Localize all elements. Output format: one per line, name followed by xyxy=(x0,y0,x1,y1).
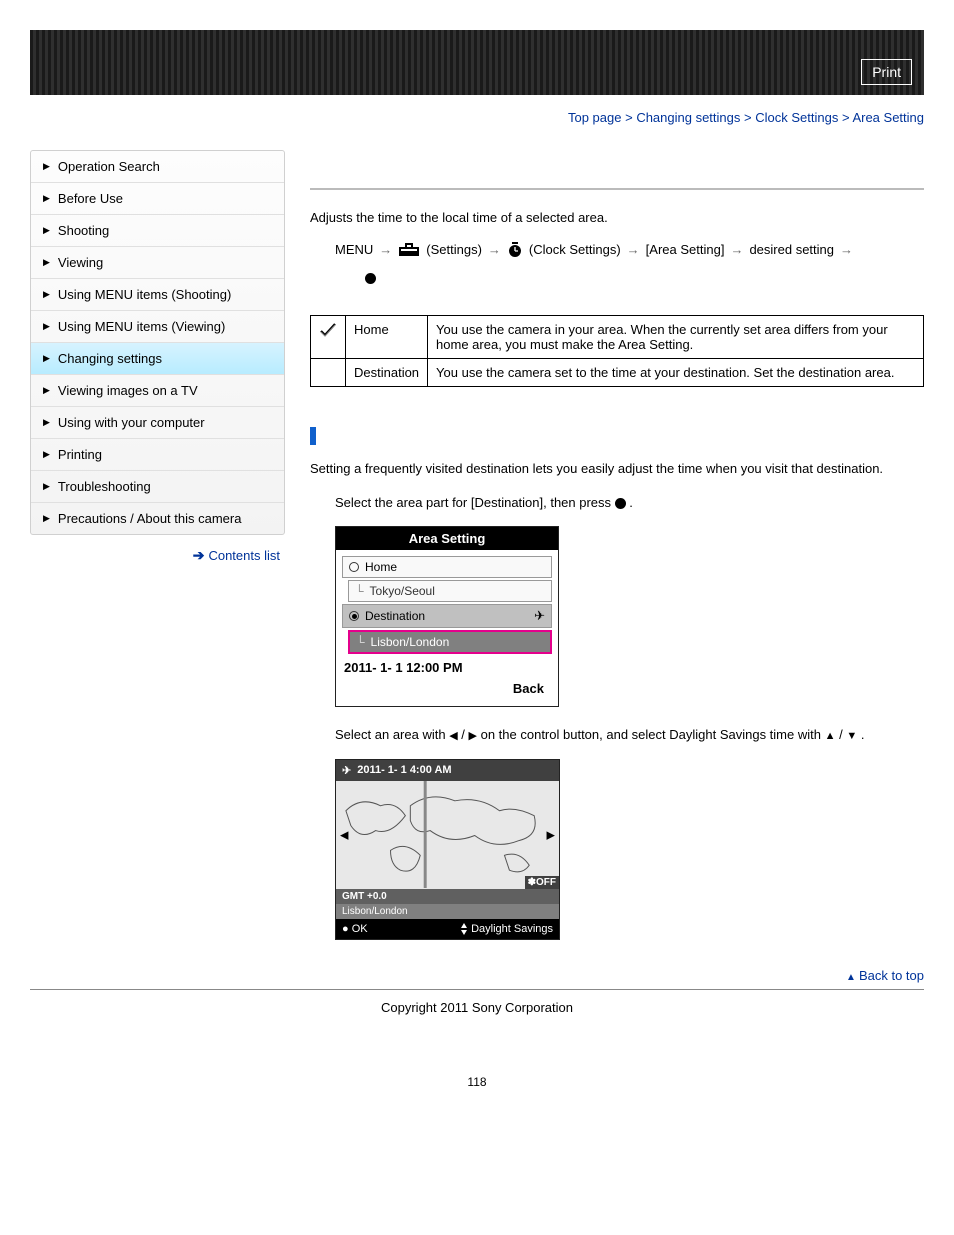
caret-icon: ▶ xyxy=(43,257,50,268)
up-arrow-icon: ▲ xyxy=(846,972,856,983)
page-number: 118 xyxy=(30,1075,924,1089)
caret-icon: ▶ xyxy=(43,321,50,332)
section-marker xyxy=(310,427,316,445)
dest-desc: You use the camera set to the time at yo… xyxy=(428,359,924,387)
step-2: Select an area with ◀ / ▶ on the control… xyxy=(335,725,924,745)
breadcrumb: Top page > Changing settings > Clock Set… xyxy=(30,110,924,125)
control-button-icon xyxy=(365,273,376,284)
shot-dest-row: Destination✈ xyxy=(342,604,552,628)
sidebar-item-before-use[interactable]: ▶Before Use xyxy=(31,183,284,215)
left-arrow-icon: ◀ xyxy=(340,828,348,841)
header-bar: Print xyxy=(30,30,924,95)
toolbox-icon xyxy=(398,243,420,257)
main-content: Adjusts the time to the local time of a … xyxy=(310,150,924,989)
gmt-label: GMT +0.0 xyxy=(336,889,559,904)
breadcrumb-top[interactable]: Top page xyxy=(568,110,622,125)
sidebar-item-viewing[interactable]: ▶Viewing xyxy=(31,247,284,279)
up-arrow-icon: ▲ xyxy=(825,730,836,742)
radio-icon xyxy=(349,562,359,572)
arrow-right-icon: → xyxy=(730,237,743,263)
caret-icon: ▶ xyxy=(43,353,50,364)
sidebar-item-printing[interactable]: ▶Printing xyxy=(31,439,284,471)
caret-icon: ▶ xyxy=(43,289,50,300)
section-text: Setting a frequently visited destination… xyxy=(310,459,924,479)
caret-icon: ▶ xyxy=(43,385,50,396)
menu-path: MENU → (Settings) → (Clock Settings) → [… xyxy=(335,237,924,263)
breadcrumb-area-setting[interactable]: Area Setting xyxy=(852,110,924,125)
caret-icon: ▶ xyxy=(43,193,50,204)
plane-icon: ✈ xyxy=(342,764,351,777)
footer-divider xyxy=(30,989,924,990)
plane-icon: ✈ xyxy=(534,608,545,624)
shot-home-row: Home xyxy=(342,556,552,578)
back-to-top: ▲Back to top xyxy=(310,968,924,983)
arrow-right-icon: ➔ xyxy=(193,547,205,563)
world-map: ◀ ▶ ✽OFF xyxy=(336,781,559,889)
sidebar-item-shooting[interactable]: ▶Shooting xyxy=(31,215,284,247)
daylight-savings-label: Daylight Savings xyxy=(460,923,553,935)
copyright: Copyright 2011 Sony Corporation xyxy=(30,1000,924,1015)
breadcrumb-changing-settings[interactable]: Changing settings xyxy=(636,110,740,125)
caret-icon: ▶ xyxy=(43,449,50,460)
arrow-right-icon: → xyxy=(627,237,640,263)
sidebar-item-viewing-tv[interactable]: ▶Viewing images on a TV xyxy=(31,375,284,407)
caret-icon: ▶ xyxy=(43,513,50,524)
radio-icon xyxy=(349,611,359,621)
checkmark-icon xyxy=(319,322,337,338)
divider xyxy=(310,188,924,190)
timezone-map-screenshot: ✈2011- 1- 1 4:00 AM ◀ ▶ ✽OFF GMT +0.0 Li… xyxy=(335,759,560,940)
sidebar-item-troubleshooting[interactable]: ▶Troubleshooting xyxy=(31,471,284,503)
table-row: Destination You use the camera set to th… xyxy=(311,359,924,387)
sidebar-item-operation-search[interactable]: ▶Operation Search xyxy=(31,151,284,183)
arrow-right-icon: → xyxy=(488,237,501,263)
caret-icon: ▶ xyxy=(43,417,50,428)
control-button-icon xyxy=(615,498,626,509)
shot-date: 2011- 1- 1 12:00 PM xyxy=(342,656,552,681)
sidebar-item-menu-viewing[interactable]: ▶Using MENU items (Viewing) xyxy=(31,311,284,343)
dst-off-badge: ✽OFF xyxy=(525,876,559,889)
sidebar-item-computer[interactable]: ▶Using with your computer xyxy=(31,407,284,439)
shot-dest-city: └Lisbon/London xyxy=(348,630,552,654)
sidebar-item-menu-shooting[interactable]: ▶Using MENU items (Shooting) xyxy=(31,279,284,311)
print-button[interactable]: Print xyxy=(861,59,912,85)
caret-icon: ▶ xyxy=(43,481,50,492)
step-1: Select the area part for [Destination], … xyxy=(335,493,924,513)
arrow-right-icon: → xyxy=(379,237,392,263)
sidebar: ▶Operation Search ▶Before Use ▶Shooting … xyxy=(30,150,285,535)
caret-icon: ▶ xyxy=(43,161,50,172)
sidebar-item-precautions[interactable]: ▶Precautions / About this camera xyxy=(31,503,284,534)
arrow-right-icon: → xyxy=(840,237,853,263)
sidebar-item-changing-settings[interactable]: ▶Changing settings xyxy=(31,343,284,375)
table-row: Home You use the camera in your area. Wh… xyxy=(311,316,924,359)
breadcrumb-clock-settings[interactable]: Clock Settings xyxy=(755,110,838,125)
caret-icon: ▶ xyxy=(43,225,50,236)
home-desc: You use the camera in your area. When th… xyxy=(428,316,924,359)
right-arrow-icon: ▶ xyxy=(547,828,555,841)
clock-icon xyxy=(507,242,523,258)
right-arrow-icon: ▶ xyxy=(469,730,477,742)
home-label: Home xyxy=(346,316,428,359)
shot-back: Back xyxy=(342,681,552,702)
dest-label: Destination xyxy=(346,359,428,387)
left-arrow-icon: ◀ xyxy=(449,730,457,742)
checkmark-cell xyxy=(311,316,346,359)
shot-title: Area Setting xyxy=(336,527,558,550)
shot-home-city: └Tokyo/Seoul xyxy=(348,580,552,602)
down-arrow-icon: ▼ xyxy=(846,730,857,742)
shot2-date: ✈2011- 1- 1 4:00 AM xyxy=(336,760,559,781)
contents-list-link: ➔Contents list xyxy=(30,547,280,564)
location-label: Lisbon/London xyxy=(336,904,559,919)
intro-text: Adjusts the time to the local time of a … xyxy=(310,210,924,225)
option-table: Home You use the camera in your area. Wh… xyxy=(310,315,924,387)
area-setting-screenshot: Area Setting Home └Tokyo/Seoul Destinati… xyxy=(335,526,559,707)
ok-label: ● OK xyxy=(342,923,368,935)
